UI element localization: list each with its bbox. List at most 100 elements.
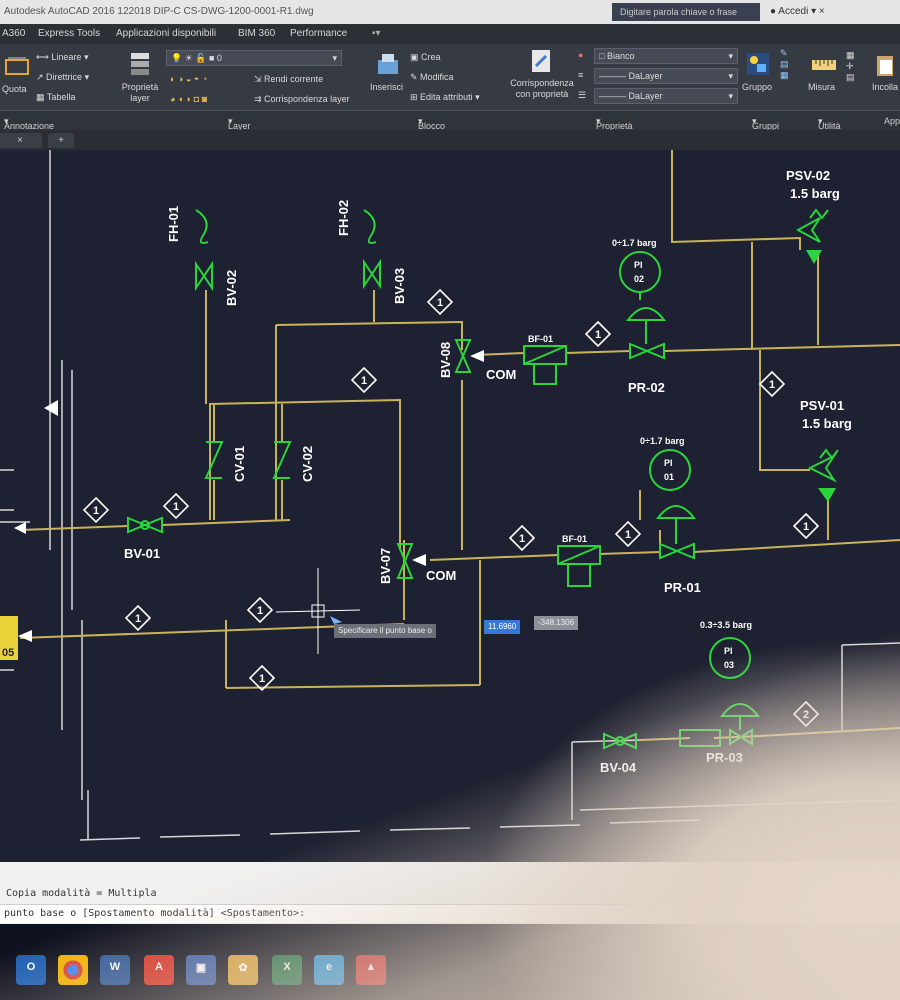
svg-text:1: 1 <box>437 297 443 309</box>
quota-icon[interactable] <box>4 52 30 78</box>
word-icon[interactable]: W <box>100 955 130 985</box>
svg-text:1: 1 <box>135 613 141 625</box>
tab-applicazioni[interactable]: Applicazioni disponibili <box>116 28 216 39</box>
corrispondenza-layer-button[interactable]: ⇉ Corrispondenza layer <box>254 94 350 105</box>
chrome-icon[interactable] <box>58 955 88 985</box>
tab-performance[interactable]: Performance <box>290 28 347 39</box>
layer-properties-icon[interactable] <box>128 50 154 78</box>
com-upper-label: COM <box>486 367 516 382</box>
new-tab-button[interactable]: + <box>48 133 74 148</box>
utility-tools-icons[interactable]: ▦ ✛ ▤ <box>846 50 855 83</box>
panel-utilita[interactable]: Utilità ▾ <box>818 116 841 131</box>
account-label: Accedi <box>778 6 809 17</box>
tab-bim360[interactable]: BIM 360 <box>238 28 275 39</box>
psv01-spring <box>819 448 839 460</box>
panel-annotazione[interactable]: Annotazione ▾ <box>4 116 54 131</box>
cv01-label: CV-01 <box>232 446 247 482</box>
svg-text:1: 1 <box>259 673 265 685</box>
command-input[interactable]: punto base o [Spostamento modalità] <Spo… <box>0 904 900 923</box>
layer-tools-icons[interactable]: ◐ ◑ ◒ ◓ ◔ <box>170 74 207 84</box>
bv04-label: BV-04 <box>600 760 637 775</box>
incolla-button[interactable]: Incolla <box>872 82 898 92</box>
pr02-label: PR-02 <box>628 380 665 395</box>
linetype-combo[interactable]: ——— DaLayer ▾ <box>594 68 738 84</box>
dynamic-input-x[interactable]: 11.6960 <box>484 620 521 634</box>
rendi-corrente-button[interactable]: ⇲ Rendi corrente <box>254 74 323 85</box>
quota-button[interactable]: Quota <box>2 84 27 94</box>
misura-button[interactable]: Misura <box>808 82 835 92</box>
psv01-valve <box>807 453 837 483</box>
drawing-canvas[interactable]: 05 1 1 1 1 1 1 1 1 1 1 1 1 2 FH-01 FH-02… <box>0 150 900 862</box>
layer-value: 0 <box>216 53 222 63</box>
corrispondenza-proprieta-icon[interactable] <box>528 48 554 76</box>
pi01-tag: PI <box>664 458 673 468</box>
inserisci-button[interactable]: Inserisci <box>370 82 403 92</box>
gruppo-icon[interactable] <box>744 50 772 78</box>
svg-text:1: 1 <box>93 505 99 517</box>
pointer-icon <box>330 616 342 624</box>
corrispondenza-proprieta-button[interactable]: Corrispondenza con proprietà <box>504 78 580 100</box>
search-input[interactable]: Digitare parola chiave o frase <box>612 3 760 21</box>
crosshair-cursor <box>275 568 361 654</box>
crea-button[interactable]: ▣ Crea <box>410 52 441 63</box>
proprieta-layer-button[interactable]: Proprietà layer <box>120 82 160 104</box>
incolla-icon[interactable] <box>874 52 896 78</box>
color-combo[interactable]: □ Bianco ▾ <box>594 48 738 64</box>
account-button[interactable]: ● Accedi ▾ × <box>770 6 825 17</box>
tab-extra-icon[interactable]: ▪▾ <box>372 28 381 39</box>
color-value: Bianco <box>606 51 635 61</box>
layer-combo[interactable]: 💡 ☀ 🔓 ■ 0 ▾ <box>166 50 342 66</box>
small-labels: BF-01 BF-01 0÷1.7 barg 0÷1.7 barg 0.3÷3.… <box>528 238 752 670</box>
bv02-label: BV-02 <box>224 270 239 306</box>
tabella-button[interactable]: ▦ Tabella <box>36 92 75 103</box>
edita-attributi-button[interactable]: ⊞ Edita attributi ▾ <box>410 92 480 103</box>
pi03-number: 03 <box>724 660 734 670</box>
fh02-label: FH-02 <box>336 200 351 236</box>
pid-drawing: 05 1 1 1 1 1 1 1 1 1 1 1 1 2 FH-01 FH-02… <box>0 150 900 841</box>
bv03-valve <box>363 258 381 290</box>
inserisci-icon[interactable] <box>374 50 402 78</box>
panel-gruppi[interactable]: Gruppi ▾ <box>752 116 779 131</box>
pi01-number: 01 <box>664 472 674 482</box>
autocad-icon[interactable]: ▲ <box>356 955 386 985</box>
drawing-tab-close[interactable]: × <box>0 133 42 148</box>
dynamic-input-prompt: Specificare il punto base o <box>334 624 436 638</box>
direttrice-button[interactable]: ↗ Direttrice ▾ <box>36 72 89 83</box>
bv03-label: BV-03 <box>392 268 407 304</box>
pi01-instrument <box>649 449 691 491</box>
pi03-instrument <box>709 637 751 679</box>
excel-icon[interactable]: X <box>272 955 302 985</box>
outlook-icon[interactable]: O <box>16 955 46 985</box>
save-icon[interactable]: ▣ <box>186 955 216 985</box>
pr01-valve <box>659 542 695 560</box>
panel-app[interactable]: App <box>884 116 900 126</box>
ribbon-tabs: A360 Express Tools Applicazioni disponib… <box>0 24 900 44</box>
pi02-instrument <box>619 251 661 293</box>
paint-icon[interactable]: ✿ <box>228 955 258 985</box>
tab-express-tools[interactable]: Express Tools <box>38 28 100 39</box>
lineweight-combo[interactable]: ——— DaLayer ▾ <box>594 88 738 104</box>
misura-icon[interactable] <box>810 52 838 76</box>
gruppo-button[interactable]: Gruppo <box>742 82 772 92</box>
cv01-valve <box>204 441 224 479</box>
lineare-button[interactable]: ⟷ Lineare ▾ <box>36 52 88 63</box>
pr01-actuator <box>655 505 697 544</box>
layer-tools-icons-2[interactable]: ◕ ◖ ◗ ◘ ◙ <box>170 94 207 104</box>
panel-proprieta[interactable]: Proprietà ▾ <box>596 116 633 131</box>
edita-attributi-label: Edita attributi <box>420 92 473 102</box>
psv01-set-label: 1.5 barg <box>802 416 852 431</box>
bf01-lower-label: BF-01 <box>562 534 587 544</box>
svg-text:1: 1 <box>361 375 367 387</box>
command-prompt: punto base o [Spostamento modalità] <Spo… <box>4 908 306 919</box>
acrobat-icon[interactable]: A <box>144 955 174 985</box>
dynamic-input-y[interactable]: -348.1306 <box>534 616 579 630</box>
taskbar: O W A ▣ ✿ X e ▲ <box>0 924 900 1000</box>
tab-a360[interactable]: A360 <box>2 28 25 39</box>
relief-arrows <box>806 250 836 502</box>
ie-icon[interactable]: e <box>314 955 344 985</box>
panel-blocco[interactable]: Blocco ▾ <box>418 116 445 131</box>
group-tools-icons[interactable]: ✎ ▤ ▦ <box>780 48 789 81</box>
lineare-label: Lineare <box>51 52 82 62</box>
panel-layer[interactable]: Layer ▾ <box>228 116 251 131</box>
modifica-button[interactable]: ✎ Modifica <box>410 72 454 83</box>
